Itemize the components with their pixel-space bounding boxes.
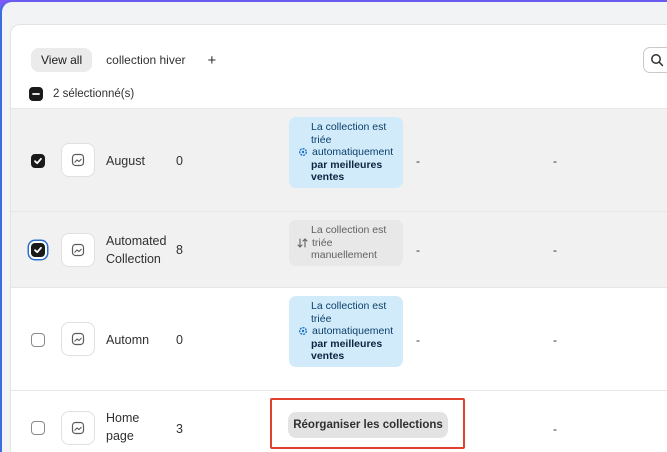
collection-thumbnail: [61, 233, 95, 267]
product-count: 0: [176, 333, 183, 347]
sort-status-badge: La collection est triée manuellement: [289, 220, 403, 266]
add-tab-button[interactable]: +: [200, 50, 225, 71]
collection-name[interactable]: Automn: [106, 331, 149, 349]
tab-view-all[interactable]: View all: [31, 48, 93, 72]
checkmark-icon: [34, 157, 42, 165]
collection-name[interactable]: Automated Collection: [106, 232, 166, 268]
product-count: 0: [176, 154, 183, 168]
product-count: 8: [176, 243, 183, 257]
sort-status-badge: La collection est triée automatiquement …: [289, 117, 403, 188]
collection-name[interactable]: Home page: [106, 409, 139, 445]
selection-count-label: 2 sélectionné(s): [53, 88, 135, 100]
window-frame: View all collection hiver + 2 sélectionn…: [0, 0, 667, 452]
column-dash: -: [553, 333, 557, 347]
row-checkbox[interactable]: [31, 421, 45, 435]
image-placeholder-icon: [71, 243, 85, 257]
collection-name[interactable]: August: [106, 152, 145, 170]
reorder-collections-button[interactable]: Réorganiser les collections: [288, 412, 448, 438]
column-dash: -: [416, 333, 420, 347]
product-count: 3: [176, 422, 183, 436]
collections-panel: View all collection hiver + 2 sélectionn…: [10, 24, 667, 452]
table-row[interactable]: Automated Collection 8 La collection est…: [11, 211, 667, 287]
row-checkbox[interactable]: [31, 333, 45, 347]
row-checkbox[interactable]: [31, 243, 45, 257]
image-placeholder-icon: [71, 332, 85, 346]
gear-sparkle-icon: [299, 327, 307, 335]
collection-thumbnail: [61, 143, 95, 177]
select-all-checkbox[interactable]: [29, 87, 43, 101]
collection-thumbnail: [61, 322, 95, 356]
checkmark-icon: [34, 246, 42, 254]
column-dash: -: [553, 243, 557, 257]
column-dash: -: [553, 422, 557, 436]
search-icon: [651, 54, 664, 67]
reorder-highlight: Réorganiser les collections: [270, 398, 465, 449]
column-dash: -: [416, 243, 420, 257]
column-dash: -: [416, 154, 420, 168]
sort-status-badge: La collection est triée automatiquement …: [289, 296, 403, 367]
search-filter-button[interactable]: [643, 47, 667, 73]
row-checkbox[interactable]: [31, 154, 45, 168]
collection-thumbnail: [61, 411, 95, 445]
column-dash: -: [553, 154, 557, 168]
manual-sort-icon: [297, 237, 308, 248]
bulk-selection-bar: 2 sélectionné(s): [29, 84, 134, 104]
view-tabs: View all collection hiver +: [31, 47, 224, 73]
image-placeholder-icon: [71, 421, 85, 435]
image-placeholder-icon: [71, 153, 85, 167]
table-row[interactable]: Automn 0 La collection est triée automat…: [11, 287, 667, 390]
table-row[interactable]: August 0 La collection est triée automat…: [11, 108, 667, 211]
minus-icon: [32, 93, 40, 95]
gear-sparkle-icon: [299, 148, 307, 156]
tab-collection-hiver[interactable]: collection hiver: [96, 48, 195, 72]
